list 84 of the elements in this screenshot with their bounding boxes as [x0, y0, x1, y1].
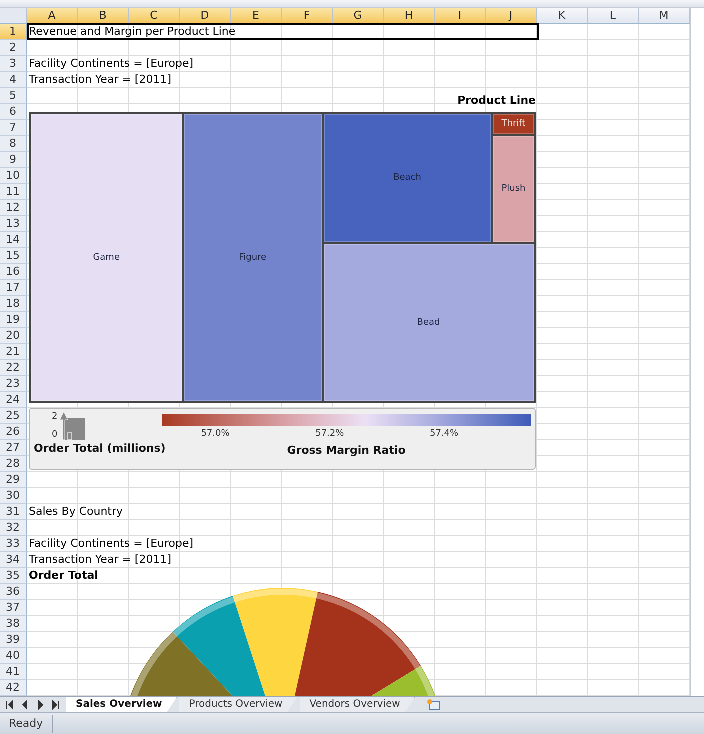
column-header[interactable]: F: [282, 8, 333, 24]
treemap-tile[interactable]: Game: [31, 114, 182, 401]
row-header[interactable]: 13: [0, 216, 27, 232]
row-header[interactable]: 35: [0, 568, 27, 584]
chart-title: Product Line: [458, 94, 536, 107]
row-header[interactable]: 28: [0, 456, 27, 472]
row-header[interactable]: 8: [0, 136, 27, 152]
row-header[interactable]: 38: [0, 616, 27, 632]
row-header[interactable]: 2: [0, 40, 27, 56]
cell-text: Facility Continents = [Europe]: [29, 56, 194, 71]
row-header[interactable]: 31: [0, 504, 27, 520]
next-sheet-icon[interactable]: [36, 700, 45, 710]
row-header[interactable]: 23: [0, 376, 27, 392]
column-header[interactable]: E: [231, 8, 282, 24]
tick-label: 0: [52, 430, 58, 440]
tick-label: 57.4%: [430, 429, 459, 439]
row-header[interactable]: 4: [0, 72, 27, 88]
column-header[interactable]: K: [537, 8, 588, 24]
size-scale-icon: [60, 412, 86, 440]
chart-title: Order Total: [29, 568, 98, 583]
row-header[interactable]: 12: [0, 200, 27, 216]
row-header[interactable]: 16: [0, 264, 27, 280]
row-header[interactable]: 29: [0, 472, 27, 488]
column-header[interactable]: I: [435, 8, 486, 24]
row-header[interactable]: 30: [0, 488, 27, 504]
row-header[interactable]: 17: [0, 280, 27, 296]
tick-label: 57.0%: [201, 429, 230, 439]
treemap-tile[interactable]: Plush: [493, 136, 534, 242]
row-header[interactable]: 15: [0, 248, 27, 264]
row-header[interactable]: 40: [0, 648, 27, 664]
first-sheet-icon[interactable]: [6, 700, 14, 710]
row-header[interactable]: 27: [0, 440, 27, 456]
row-header[interactable]: 22: [0, 360, 27, 376]
row-header[interactable]: 6: [0, 104, 27, 120]
row-header[interactable]: 11: [0, 184, 27, 200]
column-header[interactable]: J: [486, 8, 537, 24]
legend-title: Order Total (millions): [34, 442, 166, 455]
row-header[interactable]: 34: [0, 552, 27, 568]
column-header[interactable]: H: [384, 8, 435, 24]
cell-text: Transaction Year = [2011]: [29, 72, 172, 87]
cell-text: Revenue and Margin per Product Line: [29, 24, 236, 39]
treemap-tile[interactable]: Figure: [184, 114, 322, 401]
row-header[interactable]: 10: [0, 168, 27, 184]
column-header[interactable]: A: [27, 8, 78, 24]
sheet-tab[interactable]: Sales Overview: [66, 697, 178, 712]
last-sheet-icon[interactable]: [52, 700, 60, 710]
row-header[interactable]: 39: [0, 632, 27, 648]
row-header[interactable]: 7: [0, 120, 27, 136]
status-text: Ready: [0, 714, 54, 732]
column-header[interactable]: B: [78, 8, 129, 24]
column-header[interactable]: C: [129, 8, 180, 24]
tick-label: 57.2%: [316, 429, 344, 439]
column-header[interactable]: G: [333, 8, 384, 24]
row-header[interactable]: 19: [0, 312, 27, 328]
row-header[interactable]: 32: [0, 520, 27, 536]
row-header[interactable]: 3: [0, 56, 27, 72]
row-header[interactable]: 14: [0, 232, 27, 248]
row-header[interactable]: 33: [0, 536, 27, 552]
column-header[interactable]: M: [639, 8, 690, 24]
row-header[interactable]: 1: [0, 24, 27, 40]
row-header[interactable]: 18: [0, 296, 27, 312]
row-header[interactable]: 24: [0, 392, 27, 408]
treemap-tile[interactable]: Thrift: [493, 114, 534, 134]
row-header[interactable]: 25: [0, 408, 27, 424]
row-header[interactable]: 9: [0, 152, 27, 168]
row-header[interactable]: 26: [0, 424, 27, 440]
row-header[interactable]: 41: [0, 664, 27, 680]
new-sheet-icon[interactable]: [427, 698, 442, 710]
row-header[interactable]: 36: [0, 584, 27, 600]
row-header[interactable]: 5: [0, 88, 27, 104]
tick-label: 2: [52, 412, 58, 422]
cell-text: Facility Continents = [Europe]: [29, 536, 194, 551]
cell-text: Transaction Year = [2011]: [29, 552, 172, 567]
row-header[interactable]: 20: [0, 328, 27, 344]
sheet-tab[interactable]: Vendors Overview: [300, 697, 416, 712]
treemap-tile[interactable]: Bead: [324, 244, 534, 401]
column-header[interactable]: L: [588, 8, 639, 24]
row-header[interactable]: 37: [0, 600, 27, 616]
sheet-tab[interactable]: Products Overview: [179, 697, 298, 712]
column-header[interactable]: D: [180, 8, 231, 24]
previous-sheet-icon[interactable]: [21, 700, 30, 710]
cell-text: Sales By Country: [29, 504, 124, 519]
row-header[interactable]: 42: [0, 680, 27, 696]
row-header[interactable]: 21: [0, 344, 27, 360]
